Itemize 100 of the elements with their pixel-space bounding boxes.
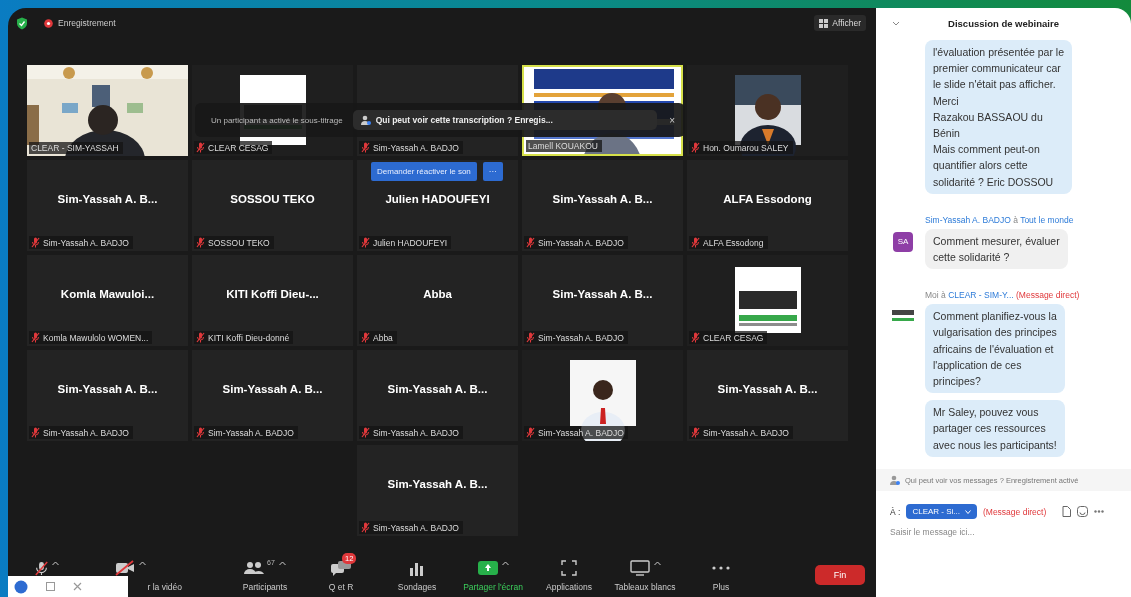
- participant-name: Julien HADOUFEYI: [384, 193, 491, 205]
- close-icon[interactable]: [73, 582, 82, 591]
- close-button[interactable]: ×: [667, 114, 677, 126]
- chat-message: Mr Saley, pouvez vous partager ces ressources avec nous les participants!: [925, 400, 1065, 457]
- participant-label: Sim-Yassah A. BADJO: [373, 522, 459, 533]
- chat-title: Discussion de webinaire: [948, 17, 1059, 29]
- caption-message: Un participant a activé le sous-titrage: [211, 115, 343, 125]
- participant-label: Sim-Yassah A. BADJO: [208, 427, 294, 438]
- chat-message: Comment mesurer, évaluer cette solidarité ?: [925, 228, 1068, 270]
- grid-icon: [819, 18, 829, 28]
- participant-label: Hon. Oumarou SALEY: [703, 142, 789, 153]
- muted-mic-icon: [35, 560, 48, 576]
- participant-label: Sim-Yassah A. BADJO: [703, 427, 789, 438]
- participant-name: Sim-Yassah A. B...: [551, 193, 654, 205]
- participant-tile[interactable]: Komla Mawuloi... Komla Mawulolo WOMEN...: [27, 255, 188, 346]
- participant-tile[interactable]: ALFA Essodong ALFA Essodong: [687, 160, 848, 251]
- toolbar-label[interactable]: Tableaux blancs: [614, 582, 676, 592]
- participant-label: CLEAR CESAG: [703, 332, 764, 343]
- caret-icon[interactable]: [52, 561, 59, 566]
- caret-icon[interactable]: [501, 561, 509, 566]
- participant-name: Komla Mawuloi...: [59, 288, 156, 300]
- participant-tile[interactable]: Sim-Yassah A. B... Sim-Yassah A. BADJO: [357, 350, 518, 441]
- participant-tile[interactable]: Sim-Yassah A. B... Sim-Yassah A. BADJO: [27, 350, 188, 441]
- toolbar-label[interactable]: r la vidéo: [147, 582, 182, 592]
- toolbar-label[interactable]: Participants: [242, 582, 288, 592]
- toolbar-label[interactable]: Applications: [546, 582, 592, 592]
- ask-unmute-button[interactable]: Demander réactiver le son: [371, 162, 477, 181]
- transcript-link[interactable]: Qui peut voir cette transcription ? Enregis...: [352, 110, 658, 130]
- participant-label: Sim-Yassah A. BADJO: [43, 237, 129, 248]
- participant-label: Sim-Yassah A. BADJO: [43, 427, 129, 438]
- participant-name: Abba: [422, 288, 453, 300]
- share-screen-icon: [477, 560, 498, 576]
- end-button[interactable]: Fin: [815, 565, 865, 585]
- caret-icon[interactable]: [278, 561, 286, 566]
- app-icon[interactable]: [14, 579, 28, 594]
- more-icon[interactable]: [1094, 510, 1105, 513]
- participant-name: SOSSOU TEKO: [229, 193, 316, 205]
- participant-tile[interactable]: Sim-Yassah A. B... Sim-Yassah A. BADJO: [687, 350, 848, 441]
- participant-tile[interactable]: Sim-Yassah A. B... Sim-Yassah A. BADJO: [27, 160, 188, 251]
- participant-tile[interactable]: Sim-Yassah A. B... Sim-Yassah A. BADJO: [522, 160, 683, 251]
- more-icon: [712, 566, 730, 570]
- recipient-dropdown[interactable]: CLEAR - Si...: [906, 504, 977, 519]
- direct-message-note: (Message direct): [983, 506, 1047, 517]
- maximize-icon[interactable]: [46, 582, 55, 591]
- participant-label: CLEAR - SIM-YASSAH: [31, 143, 119, 153]
- participant-label: CLEAR CESAG: [208, 142, 269, 153]
- chat-bubbles-icon: [330, 560, 352, 576]
- participant-tile[interactable]: KITI Koffi Dieu-... KITI Koffi Dieu-donné: [192, 255, 353, 346]
- participant-name: Sim-Yassah A. B...: [56, 383, 159, 395]
- recording-label: Enregistrement: [58, 18, 116, 28]
- participant-name: Sim-Yassah A. B...: [716, 383, 819, 395]
- logo-icon: [892, 308, 914, 323]
- recipient-label: À :: [890, 506, 901, 517]
- participant-tile[interactable]: Sim-Yassah A. B... Sim-Yassah A. BADJO: [357, 445, 518, 536]
- toolbar-label[interactable]: Sondages: [397, 582, 437, 592]
- participant-tile[interactable]: Abba Abba: [357, 255, 518, 346]
- participant-name: ALFA Essodong: [722, 193, 813, 205]
- emoji-icon[interactable]: [1077, 506, 1089, 517]
- caret-icon: [965, 509, 971, 514]
- participant-name: Sim-Yassah A. B...: [221, 383, 324, 395]
- caret-icon[interactable]: [138, 561, 146, 566]
- chat-message: l'évaluation présentée par le premier communicateur car le slide n'était pas afficher. Merci Razakou BASSAOU du Bénin Mais comment peut-on quantifier alors cette solidarité ? Eric DOSSOU: [925, 40, 1072, 194]
- participant-label: Sim-Yassah A. BADJO: [373, 427, 459, 438]
- video-off-icon: [114, 560, 135, 576]
- monitor-icon: [629, 560, 650, 576]
- participant-name: Sim-Yassah A. B...: [56, 193, 159, 205]
- shield-icon[interactable]: [16, 16, 28, 30]
- caret-icon[interactable]: [653, 561, 661, 566]
- file-icon[interactable]: [1062, 506, 1072, 517]
- participant-label: Sim-Yassah A. BADJO: [373, 142, 459, 153]
- participant-tile[interactable]: SOSSOU TEKO SOSSOU TEKO: [192, 160, 353, 251]
- view-button[interactable]: Afficher: [814, 15, 866, 31]
- recording-icon: [44, 18, 53, 28]
- participant-label: ALFA Essodong: [703, 237, 764, 248]
- participant-label: Abba: [373, 332, 393, 343]
- people-icon: [244, 561, 265, 575]
- apps-icon: [561, 560, 577, 576]
- participant-label: SOSSOU TEKO: [208, 237, 270, 248]
- participant-label: Julien HADOUFEYI: [373, 237, 448, 248]
- participant-tile[interactable]: CLEAR - SIM-YASSAH: [27, 65, 188, 156]
- chat-message: Comment planifiez-vous la vulgarisation des principes africains de l'évaluation et l'application de ces principes?: [925, 304, 1065, 394]
- participant-name: KITI Koffi Dieu-...: [225, 288, 320, 300]
- toolbar-label[interactable]: Q et R: [328, 582, 354, 592]
- chevron-down-icon[interactable]: [892, 20, 900, 26]
- participant-tile[interactable]: Sim-Yassah A. B... Sim-Yassah A. BADJO: [522, 255, 683, 346]
- participant-label: Lamell KOUAKOU: [528, 141, 598, 151]
- person-icon: [360, 115, 371, 125]
- participant-tile[interactable]: Sim-Yassah A. B... Sim-Yassah A. BADJO: [192, 350, 353, 441]
- avatar: SA: [893, 231, 913, 252]
- participant-label: Komla Mawulolo WOMEN...: [43, 332, 149, 343]
- bar-chart-icon: [409, 560, 425, 576]
- participant-name: Sim-Yassah A. B...: [386, 478, 489, 490]
- participant-label: KITI Koffi Dieu-donné: [208, 332, 290, 343]
- toolbar-label[interactable]: Plus: [712, 582, 730, 592]
- sender-line: Moi à CLEAR - SIM-Y... (Message direct): [925, 290, 1081, 301]
- participant-label: Sim-Yassah A. BADJO: [538, 237, 624, 248]
- sender-line: Sim-Yassah A. BADJO à Tout le monde: [925, 214, 1075, 225]
- participant-name: Sim-Yassah A. B...: [551, 288, 654, 300]
- toolbar-label[interactable]: Partager l'écran: [463, 582, 523, 592]
- participant-name: Sim-Yassah A. B...: [386, 383, 489, 395]
